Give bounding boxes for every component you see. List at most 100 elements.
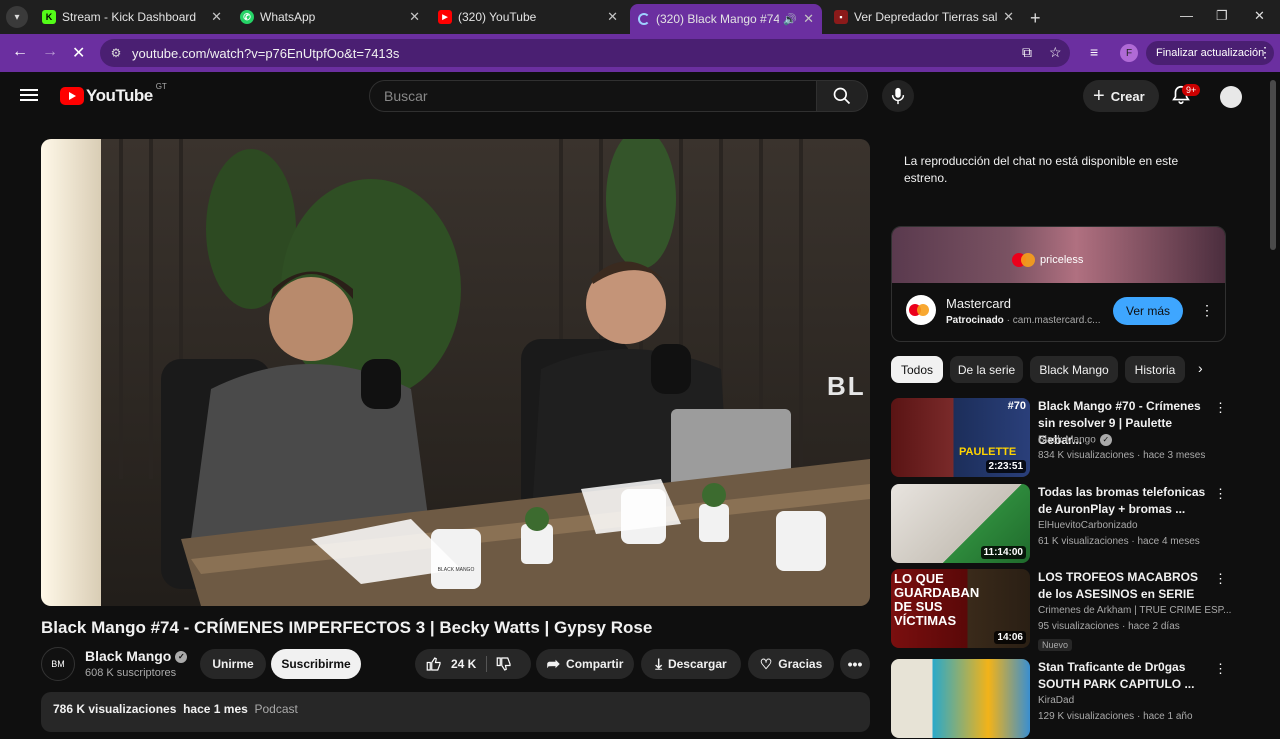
more-vertical-icon[interactable]: ⋮ (1214, 661, 1227, 677)
browser-menu-icon[interactable]: ⋮ (1258, 44, 1272, 61)
sponsored-ad[interactable]: priceless Mastercard Patrocinado · cam.m… (891, 226, 1226, 342)
recommendation-title[interactable]: LOS TROFEOS MACABROS de los ASESINOS en … (1038, 569, 1208, 603)
thumbnail-caption: PAULETTE (959, 446, 1017, 458)
browser-tab-active[interactable]: (320) Black Mango #74 - CR 🔊 ✕ (630, 4, 822, 34)
recommendation-meta: 95 visualizaciones · hace 2 días (1038, 621, 1180, 632)
menu-icon[interactable] (20, 86, 38, 104)
close-icon[interactable]: ✕ (607, 9, 618, 25)
video-thumbnail[interactable]: 11:14:00 (891, 484, 1030, 563)
search-input[interactable]: Buscar (369, 80, 817, 112)
thumbs-down-icon[interactable] (495, 655, 513, 673)
new-tab-button[interactable]: + (1030, 8, 1041, 29)
channel-name[interactable]: Black Mango ✓ (85, 648, 188, 664)
tab-search-button[interactable]: ▾ (0, 0, 34, 34)
close-icon[interactable]: ✕ (409, 9, 420, 25)
logo-text: YouTube (86, 86, 153, 105)
chevron-right-icon[interactable]: › (1198, 360, 1203, 376)
youtube-header: YouTube GT Buscar + Crear (0, 72, 1280, 122)
close-icon[interactable]: ✕ (1003, 9, 1014, 25)
recommendation-title[interactable]: Stan Traficante de Dr0gas SOUTH PARK CAP… (1038, 659, 1208, 693)
description-box[interactable]: 786 K visualizaciones hace 1 mes Podcast (41, 692, 870, 732)
more-horizontal-icon: ••• (847, 656, 863, 672)
close-icon[interactable]: ✕ (803, 11, 814, 27)
priceless-logo: priceless (1012, 253, 1083, 267)
bookmark-star-icon[interactable]: ☆ (1049, 44, 1062, 61)
tab-label: WhatsApp (260, 10, 316, 24)
browser-tab-kick[interactable]: K Stream - Kick Dashboard ✕ (34, 4, 230, 30)
view-count: 786 K visualizaciones (53, 702, 177, 716)
address-bar[interactable]: ⚙ youtube.com/watch?v=p76EnUtpfOo&t=7413… (100, 39, 1070, 67)
download-button[interactable]: ⤓ Descargar (641, 649, 741, 679)
minimize-icon[interactable]: — (1180, 8, 1193, 23)
video-frame (41, 139, 870, 606)
age-text: hace 3 meses (1143, 450, 1206, 461)
microphone-icon (891, 87, 905, 105)
subscriber-count: 608 K suscriptores (85, 667, 177, 679)
url-text: youtube.com/watch?v=p76EnUtpfOo&t=7413s (132, 45, 400, 61)
video-player[interactable]: BL BLACK MANGO (41, 139, 870, 606)
recommendation-meta: 61 K visualizaciones · hace 4 meses (1038, 536, 1200, 547)
like-button[interactable]: 24 K (425, 655, 476, 673)
youtube-logo[interactable]: YouTube GT (60, 82, 167, 106)
search-icon (833, 87, 851, 105)
join-button[interactable]: Unirme (200, 649, 266, 679)
restore-icon[interactable]: ❐ (1216, 8, 1228, 24)
channel-name-text: Black Mango (85, 648, 172, 664)
recommendation-title[interactable]: Todas las bromas telefonicas de AuronPla… (1038, 484, 1208, 518)
window-close-icon[interactable]: ✕ (1254, 8, 1265, 24)
sponsored-label: Patrocinado (946, 315, 1004, 326)
stop-icon[interactable]: ✕ (72, 43, 85, 63)
more-actions-button[interactable]: ••• (840, 649, 870, 679)
channel-avatar[interactable]: BM (41, 647, 75, 681)
more-vertical-icon[interactable]: ⋮ (1214, 486, 1227, 502)
browser-tab-movie[interactable]: ▪ Ver Depredador Tierras salvajes ✕ (826, 4, 1022, 30)
recommendation-item[interactable]: LO QUE GUARDABAN DE SUS VÍCTIMAS 14:06 L… (891, 569, 1231, 651)
video-thumbnail[interactable] (891, 659, 1030, 738)
chip-de-la-serie[interactable]: De la serie (950, 356, 1023, 383)
speaker-icon[interactable]: 🔊 (783, 13, 797, 26)
chevron-down-icon: ▾ (6, 6, 28, 28)
profile-avatar[interactable]: F (1120, 44, 1138, 62)
finish-update-button[interactable]: Finalizar actualización (1146, 41, 1275, 65)
close-icon[interactable]: ✕ (211, 9, 222, 25)
more-vertical-icon[interactable]: ⋮ (1214, 400, 1227, 416)
ad-cta-button[interactable]: Ver más (1113, 297, 1183, 325)
search-button[interactable] (816, 80, 868, 112)
share-button[interactable]: ➦ Compartir (536, 649, 634, 679)
filter-chips: Todos De la serie Black Mango Historia › (891, 356, 1226, 384)
browser-tab-whatsapp[interactable]: ✆ WhatsApp ✕ (232, 4, 428, 30)
browser-tab-youtube[interactable]: ▶ (320) YouTube ✕ (430, 4, 626, 30)
verified-check-icon: ✓ (1099, 434, 1112, 446)
background-sign: BL (827, 371, 866, 401)
advertiser-name: Mastercard (946, 296, 1012, 311)
ad-more-icon[interactable]: ⋮ (1200, 302, 1214, 319)
site-info-icon[interactable]: ⚙ (108, 45, 124, 61)
thanks-button[interactable]: ♡ Gracias (748, 649, 834, 679)
plus-icon: + (1093, 84, 1105, 107)
page-scrollbar[interactable] (1270, 80, 1276, 250)
podcast-tag[interactable]: Podcast (254, 702, 297, 716)
forward-icon[interactable]: → (42, 43, 58, 61)
recommendation-channel: ElHuevitoCarbonizado (1038, 520, 1138, 531)
recommendation-item[interactable]: Stan Traficante de Dr0gas SOUTH PARK CAP… (891, 659, 1227, 739)
create-button[interactable]: + Crear (1083, 80, 1159, 112)
back-icon[interactable]: ← (12, 43, 28, 61)
recommendation-item[interactable]: 11:14:00 Todas las bromas telefonicas de… (891, 484, 1227, 564)
voice-search-button[interactable] (882, 80, 914, 112)
share-label: Compartir (566, 657, 624, 671)
install-app-icon[interactable]: ⧉ (1022, 44, 1032, 61)
ad-sponsor-line: Patrocinado · cam.mastercard.c... (946, 315, 1101, 326)
chip-historia[interactable]: Historia (1125, 356, 1185, 383)
kick-icon: K (42, 10, 56, 24)
video-thumbnail[interactable]: LO QUE GUARDABAN DE SUS VÍCTIMAS 14:06 (891, 569, 1030, 648)
recommendation-item[interactable]: #70 PAULETTE 2:23:51 Black Mango #70 - C… (891, 398, 1227, 478)
recommendation-meta: 834 K visualizaciones · hace 3 meses (1038, 450, 1206, 461)
more-vertical-icon[interactable]: ⋮ (1214, 571, 1227, 587)
media-controls-icon[interactable]: ≡ (1090, 44, 1098, 60)
chip-black-mango[interactable]: Black Mango (1030, 356, 1118, 383)
subscribe-button[interactable]: Suscribirme (271, 649, 361, 679)
chip-todos[interactable]: Todos (891, 356, 943, 383)
account-avatar[interactable] (1220, 86, 1242, 108)
tab-label: Stream - Kick Dashboard (62, 10, 197, 24)
video-thumbnail[interactable]: #70 PAULETTE 2:23:51 (891, 398, 1030, 477)
